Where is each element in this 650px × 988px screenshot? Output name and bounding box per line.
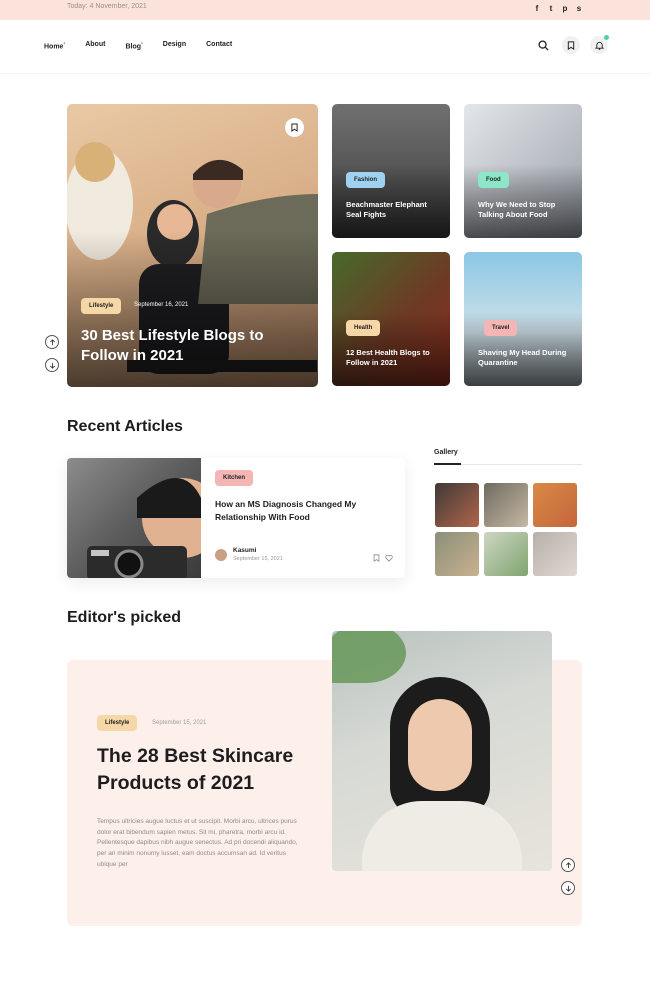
nav-tools [534,35,609,54]
editors-prev-button[interactable] [561,858,575,872]
bookmark-icon [291,123,298,132]
hero-bookmark-button[interactable] [285,118,304,137]
image-leaf [332,631,406,683]
nav-about[interactable]: About [85,41,105,50]
editors-picked-title[interactable]: The 28 Best Skincare Products of 2021 [97,743,327,798]
hero-title[interactable]: 30 Best Lifestyle Blogs to Follow in 202… [81,326,291,365]
pinterest-icon[interactable]: p [561,3,569,15]
post-title[interactable]: Why We Need to Stop Talking About Food [478,200,574,220]
editors-next-button[interactable] [561,881,575,895]
hero-date: September 16, 2021 [134,302,189,308]
editors-picked-date: September 15, 2021 [152,720,207,726]
nav-home[interactable]: Home• [44,41,65,50]
skype-icon[interactable]: s [575,3,583,15]
editors-picked-heading: Editor's picked [67,609,182,626]
bookmark-icon[interactable] [373,554,380,562]
search-icon [537,39,549,51]
article-tag[interactable]: Kitchen [215,470,254,486]
post-tag[interactable]: Fashion [346,172,386,188]
image-face [408,699,472,791]
post-tag[interactable]: Health [346,320,381,336]
nav-blog[interactable]: Blog• [125,41,142,50]
top-bar: Today: 4 November, 2021 f t p s [0,0,650,20]
article-author: Kasumi September 15, 2021 [215,547,283,562]
facebook-icon[interactable]: f [533,3,541,15]
post-title[interactable]: 12 Best Health Blogs to Follow in 2021 [346,348,442,368]
author-name[interactable]: Kasumi [233,547,283,554]
heart-icon[interactable] [385,554,393,562]
arrow-down-icon [49,362,55,369]
post-tag[interactable]: Travel [484,320,518,336]
bookmark-icon [567,40,575,50]
editors-picked-image[interactable] [332,631,552,871]
article-actions [373,554,393,562]
article-title[interactable]: How an MS Diagnosis Changed My Relations… [215,498,390,524]
image-body [362,801,522,871]
recent-article-card[interactable]: Kitchen How an MS Diagnosis Changed My R… [67,458,405,578]
current-date: Today: 4 November, 2021 [67,3,147,10]
notification-dot [604,35,609,40]
editors-picked-excerpt: Tempus ultricies augue luctus et ut susc… [97,818,298,868]
nav-links: Home• About Blog• Design Contact [44,41,232,50]
bell-icon [594,41,604,50]
gallery-heading: Gallery [434,449,458,456]
arrow-up-icon [49,338,55,345]
gallery-tile[interactable] [484,483,528,527]
post-tag[interactable]: Food [478,172,509,188]
arrow-up-icon [565,861,571,868]
gallery-tile[interactable] [435,483,479,527]
article-date: September 15, 2021 [233,556,283,562]
post-card-fashion[interactable]: Fashion Beachmaster Elephant Seal Fights [332,104,450,238]
social-links: f t p s [533,3,583,15]
post-card-food[interactable]: Food Why We Need to Stop Talking About F… [464,104,582,238]
gallery-divider-accent [434,463,461,465]
post-card-health[interactable]: Health 12 Best Health Blogs to Follow in… [332,252,450,386]
slider-prev-button[interactable] [45,335,59,349]
hero-tag[interactable]: Lifestyle [81,298,122,314]
gallery-tile[interactable] [533,483,577,527]
avatar[interactable] [215,548,227,561]
main-navigation: Home• About Blog• Design Contact [0,20,650,74]
editors-picked-tag[interactable]: Lifestyle [97,715,138,731]
arrow-down-icon [565,885,571,892]
post-title[interactable]: Beachmaster Elephant Seal Fights [346,200,442,220]
slider-next-button[interactable] [45,358,59,372]
gallery-grid [435,483,577,576]
post-card-travel[interactable]: Travel Shaving My Head During Quarantine [464,252,582,386]
article-image-art [87,478,222,578]
gallery-tile[interactable] [435,532,479,576]
article-image [67,458,222,578]
gallery-tile[interactable] [533,532,577,576]
twitter-icon[interactable]: t [547,3,555,15]
post-title[interactable]: Shaving My Head During Quarantine [478,348,574,368]
recent-articles-heading: Recent Articles [67,418,183,435]
bookmark-button[interactable] [562,36,580,54]
notification-button[interactable] [590,35,609,54]
nav-design[interactable]: Design [163,41,186,50]
nav-contact[interactable]: Contact [206,41,232,50]
gallery-tile[interactable] [484,532,528,576]
search-button[interactable] [534,36,552,54]
hero-card[interactable]: Lifestyle September 16, 2021 30 Best Lif… [67,104,318,387]
author-info: Kasumi September 15, 2021 [233,547,283,562]
